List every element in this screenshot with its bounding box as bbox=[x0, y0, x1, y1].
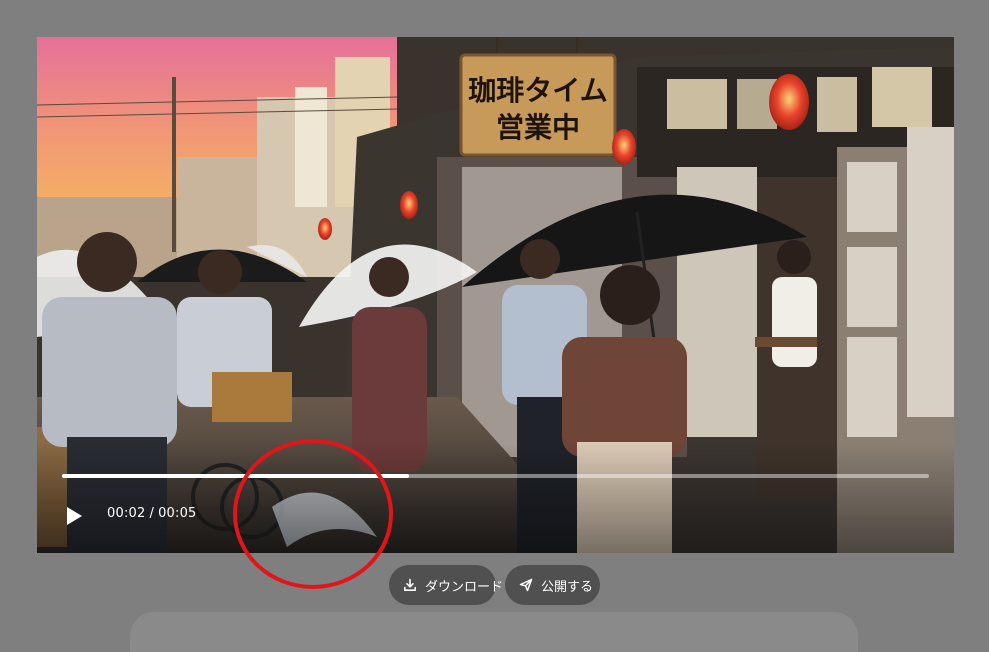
download-button[interactable]: ダウンロード bbox=[389, 565, 503, 605]
video-player[interactable]: 珈琲タイム 営業中 00:02 / 00:05 bbox=[37, 37, 954, 553]
play-icon bbox=[66, 507, 82, 525]
send-icon bbox=[519, 578, 533, 592]
duration: 00:05 bbox=[158, 506, 197, 521]
lantern-icon bbox=[400, 191, 418, 219]
time-separator: / bbox=[149, 506, 155, 521]
play-button[interactable] bbox=[61, 503, 87, 529]
publish-button[interactable]: 公開する bbox=[505, 565, 600, 605]
publish-label: 公開する bbox=[541, 579, 594, 595]
download-label: ダウンロード bbox=[425, 579, 504, 595]
sign-text-line1: 珈琲タイム bbox=[468, 74, 607, 107]
progress-bar[interactable] bbox=[62, 474, 929, 478]
download-icon bbox=[404, 578, 416, 591]
lantern-icon bbox=[612, 129, 636, 165]
lantern-icon bbox=[318, 218, 332, 240]
annotation-circle bbox=[233, 439, 393, 589]
time-display: 00:02/00:05 bbox=[107, 506, 197, 521]
sign-text-line2: 営業中 bbox=[496, 111, 580, 144]
controls-gradient bbox=[37, 443, 954, 553]
current-time: 00:02 bbox=[107, 506, 146, 521]
bottom-panel bbox=[130, 612, 858, 652]
lantern-icon bbox=[769, 74, 809, 130]
